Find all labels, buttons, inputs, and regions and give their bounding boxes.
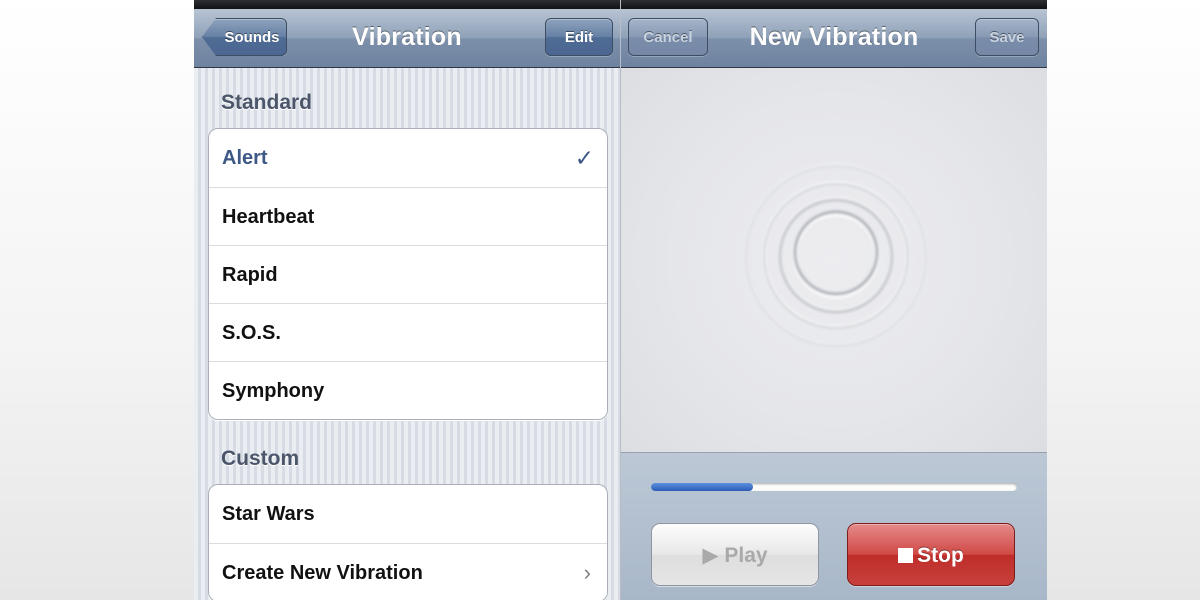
list-item-symphony[interactable]: Symphony — [209, 361, 607, 419]
list-item-create-new-vibration[interactable]: Create New Vibration › — [209, 543, 607, 600]
section-header-standard: Standard — [221, 91, 313, 114]
cancel-button[interactable]: Cancel — [628, 18, 708, 56]
play-button-label: Play — [724, 544, 768, 567]
vibration-touch-pad[interactable] — [621, 68, 1047, 453]
list-item-label: Create New Vibration — [222, 562, 423, 584]
list-item-label: Star Wars — [222, 503, 315, 525]
list-item-label: S.O.S. — [222, 322, 281, 344]
chevron-right-icon: › — [583, 560, 591, 585]
list-item-rapid[interactable]: Rapid — [209, 245, 607, 303]
status-bar — [194, 0, 620, 9]
custom-vibrations-group: Star Wars Create New Vibration › — [208, 484, 608, 600]
recording-progress-bar — [651, 483, 1017, 491]
save-button[interactable]: Save — [975, 18, 1039, 56]
navigation-bar: New Vibration Cancel Save — [621, 9, 1047, 68]
recording-progress-fill — [651, 483, 754, 491]
stop-button[interactable]: Stop — [847, 523, 1015, 586]
sounds-back-button[interactable]: Sounds — [202, 18, 287, 56]
playback-controls: ▶ Play Stop — [621, 453, 1047, 600]
edit-button[interactable]: Edit — [545, 18, 613, 56]
standard-vibrations-group: Alert ✓ Heartbeat Rapid S.O.S. Symphony — [208, 128, 608, 420]
checkmark-icon: ✓ — [574, 145, 594, 171]
ripple-touch-icon — [744, 163, 928, 347]
list-item-label: Alert — [222, 147, 268, 169]
stop-icon — [898, 548, 914, 563]
section-header-custom: Custom — [221, 447, 300, 470]
list-item-star-wars[interactable]: Star Wars — [209, 485, 607, 543]
list-item-label: Heartbeat — [222, 206, 315, 228]
play-button[interactable]: ▶ Play — [651, 523, 819, 586]
vibration-list-screen: Vibration Sounds Edit Standard Alert ✓ H… — [194, 0, 620, 600]
status-bar — [621, 0, 1047, 9]
list-item-heartbeat[interactable]: Heartbeat — [209, 187, 607, 245]
new-vibration-screen: New Vibration Cancel Save ▶ Play Stop — [620, 0, 1047, 600]
stop-button-label: Stop — [917, 544, 964, 567]
list-item-alert[interactable]: Alert ✓ — [209, 129, 607, 187]
navigation-bar: Vibration Sounds Edit — [194, 9, 620, 68]
play-icon: ▶ — [702, 544, 719, 567]
list-item-sos[interactable]: S.O.S. — [209, 303, 607, 361]
list-item-label: Rapid — [222, 264, 278, 286]
list-item-label: Symphony — [222, 380, 325, 402]
